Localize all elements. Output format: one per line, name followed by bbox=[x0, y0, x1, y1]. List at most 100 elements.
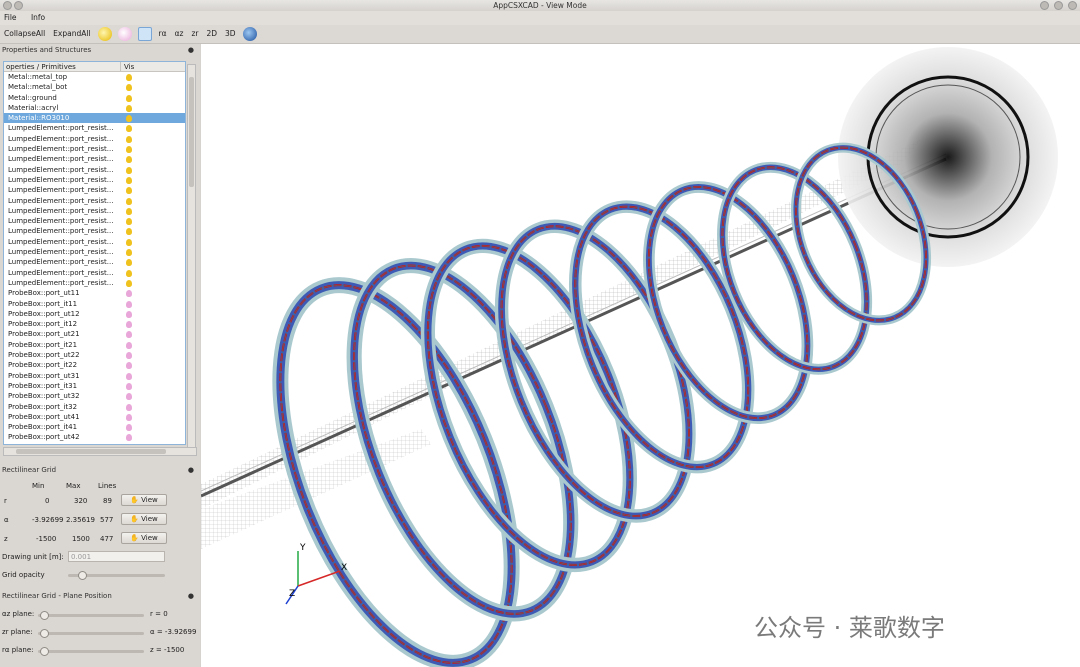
tree-item[interactable]: ProbeBox::port_ut32 bbox=[4, 391, 185, 401]
menu-window-icon[interactable] bbox=[14, 1, 23, 10]
az-plane-slider[interactable] bbox=[38, 611, 144, 620]
tree-item[interactable]: ProbeBox::port_it32 bbox=[4, 402, 185, 412]
visibility-bulb-icon[interactable] bbox=[126, 156, 132, 164]
tree-item[interactable]: ProbeBox::port_it41 bbox=[4, 422, 185, 432]
visibility-bulb-icon[interactable] bbox=[126, 352, 132, 360]
visibility-bulb-icon[interactable] bbox=[126, 269, 132, 277]
tree-item[interactable]: Metal::metal_top bbox=[4, 72, 185, 82]
visibility-bulb-icon[interactable] bbox=[126, 331, 132, 339]
slider-knob[interactable] bbox=[40, 611, 49, 620]
tree-item[interactable]: Metal::metal_bot bbox=[4, 82, 185, 92]
visibility-bulb-icon[interactable] bbox=[126, 249, 132, 257]
visibility-bulb-icon[interactable] bbox=[126, 218, 132, 226]
zr-plane-slider[interactable] bbox=[38, 629, 144, 638]
undock-icon[interactable]: ● bbox=[188, 45, 194, 56]
visibility-bulb-icon[interactable] bbox=[126, 321, 132, 329]
view-3d-button[interactable]: 3D bbox=[221, 26, 240, 42]
drawing-unit-field[interactable]: 0.001 bbox=[68, 551, 165, 562]
tree-item[interactable]: LumpedElement::port_resist... bbox=[4, 165, 185, 175]
tree-item[interactable]: Material::RO3010 bbox=[4, 113, 185, 124]
tree-item[interactable]: LumpedElement::port_resist... bbox=[4, 216, 185, 226]
grid-opacity-slider[interactable] bbox=[68, 571, 165, 580]
show-all-bulb-icon[interactable] bbox=[97, 27, 112, 41]
tree-item[interactable]: ProbeBox::port_it12 bbox=[4, 319, 185, 329]
undock-icon[interactable]: ● bbox=[188, 591, 194, 602]
slider-knob[interactable] bbox=[40, 629, 49, 638]
col-vis-header[interactable]: Vis bbox=[121, 62, 134, 71]
tree-horizontal-scrollbar[interactable] bbox=[3, 447, 197, 456]
visibility-bulb-icon[interactable] bbox=[126, 125, 132, 133]
tree-item[interactable]: Material::acryl bbox=[4, 103, 185, 113]
tree-item[interactable]: LumpedElement::port_resist... bbox=[4, 237, 185, 247]
view-ra-button[interactable]: rα bbox=[155, 26, 171, 42]
tree-item[interactable]: ProbeBox::port_ut42 bbox=[4, 432, 185, 442]
menu-file[interactable]: File bbox=[4, 13, 17, 22]
tree-item[interactable]: LumpedElement::port_resist... bbox=[4, 134, 185, 144]
visibility-bulb-icon[interactable] bbox=[126, 115, 132, 123]
visibility-bulb-icon[interactable] bbox=[126, 300, 132, 308]
tree-item[interactable]: ProbeBox::port_it31 bbox=[4, 381, 185, 391]
tree-item[interactable]: ProbeBox::port_it11 bbox=[4, 299, 185, 309]
tree-item[interactable]: ProbeBox::port_it22 bbox=[4, 360, 185, 370]
visibility-bulb-icon[interactable] bbox=[126, 146, 132, 154]
globe-icon[interactable] bbox=[242, 27, 257, 41]
tree-item[interactable]: LumpedElement::port_resist... bbox=[4, 278, 185, 288]
visibility-bulb-icon[interactable] bbox=[126, 310, 132, 318]
visibility-bulb-icon[interactable] bbox=[126, 238, 132, 246]
visibility-bulb-icon[interactable] bbox=[126, 259, 132, 267]
tree-item[interactable]: ProbeBox::port_ut41 bbox=[4, 412, 185, 422]
tree-item[interactable]: LumpedElement::port_resist... bbox=[4, 206, 185, 216]
menu-info[interactable]: Info bbox=[31, 13, 45, 22]
visibility-bulb-icon[interactable] bbox=[126, 135, 132, 143]
slider-knob[interactable] bbox=[78, 571, 87, 580]
undock-icon[interactable]: ● bbox=[188, 465, 194, 476]
tree-vertical-scrollbar[interactable] bbox=[187, 64, 196, 454]
visibility-bulb-icon[interactable] bbox=[126, 228, 132, 236]
tree-item[interactable]: ProbeBox::port_ut31 bbox=[4, 371, 185, 381]
properties-tree[interactable]: operties / Primitives Vis Metal::metal_t… bbox=[3, 61, 186, 445]
close-app-icon[interactable] bbox=[1068, 1, 1077, 10]
visibility-bulb-icon[interactable] bbox=[126, 413, 132, 421]
tree-item[interactable]: ProbeBox::port_ut21 bbox=[4, 329, 185, 339]
visibility-bulb-icon[interactable] bbox=[126, 290, 132, 298]
visibility-bulb-icon[interactable] bbox=[126, 424, 132, 432]
visibility-bulb-icon[interactable] bbox=[126, 94, 132, 102]
tree-item[interactable]: ProbeBox::port_ut11 bbox=[4, 288, 185, 298]
view-r-button[interactable]: ✋ View bbox=[121, 494, 167, 506]
visibility-bulb-icon[interactable] bbox=[126, 393, 132, 401]
visibility-bulb-icon[interactable] bbox=[126, 341, 132, 349]
visibility-bulb-icon[interactable] bbox=[126, 382, 132, 390]
visibility-bulb-icon[interactable] bbox=[126, 187, 132, 195]
slider-knob[interactable] bbox=[40, 647, 49, 656]
visibility-bulb-icon[interactable] bbox=[126, 362, 132, 370]
tree-item[interactable]: LumpedElement::port_resist... bbox=[4, 123, 185, 133]
ra-plane-slider[interactable] bbox=[38, 647, 144, 656]
view-a-button[interactable]: ✋ View bbox=[121, 513, 167, 525]
visibility-bulb-icon[interactable] bbox=[126, 104, 132, 112]
visibility-bulb-icon[interactable] bbox=[126, 84, 132, 92]
maximize-window-icon[interactable] bbox=[1054, 1, 1063, 10]
tree-item[interactable]: LumpedElement::port_resist... bbox=[4, 247, 185, 257]
tree-item[interactable]: LumpedElement::port_resist... bbox=[4, 196, 185, 206]
tree-item[interactable]: ProbeBox::port_ut12 bbox=[4, 309, 185, 319]
visibility-bulb-icon[interactable] bbox=[126, 372, 132, 380]
visibility-bulb-icon[interactable] bbox=[126, 279, 132, 287]
tree-item[interactable]: ProbeBox::port_ut22 bbox=[4, 350, 185, 360]
view-2d-button[interactable]: 2D bbox=[202, 26, 221, 42]
close-window-icon[interactable] bbox=[3, 1, 12, 10]
tree-item[interactable]: Metal::ground bbox=[4, 93, 185, 103]
visibility-bulb-icon[interactable] bbox=[126, 74, 132, 81]
view-az-button[interactable]: αz bbox=[171, 26, 188, 42]
visibility-bulb-icon[interactable] bbox=[126, 197, 132, 205]
reset-view-icon[interactable] bbox=[137, 27, 152, 41]
tree-item[interactable]: LumpedElement::port_resist... bbox=[4, 257, 185, 267]
view-z-button[interactable]: ✋ View bbox=[121, 532, 167, 544]
tree-item[interactable]: ProbeBox::port_it21 bbox=[4, 340, 185, 350]
tree-item[interactable]: LumpedElement::port_resist... bbox=[4, 185, 185, 195]
visibility-bulb-icon[interactable] bbox=[126, 176, 132, 184]
collapse-all-button[interactable]: CollapseAll bbox=[0, 26, 49, 42]
visibility-bulb-icon[interactable] bbox=[126, 166, 132, 174]
tree-item[interactable]: LumpedElement::port_resist... bbox=[4, 154, 185, 164]
minimize-window-icon[interactable] bbox=[1040, 1, 1049, 10]
tree-item[interactable]: LumpedElement::port_resist... bbox=[4, 226, 185, 236]
